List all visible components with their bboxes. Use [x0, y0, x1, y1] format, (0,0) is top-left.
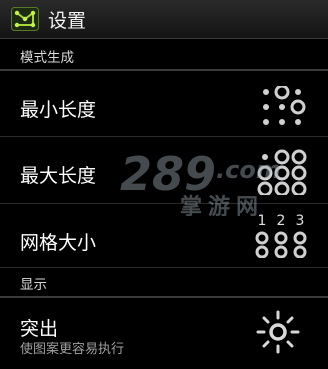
pattern-lock-icon[interactable]: [10, 6, 40, 32]
pref-title: 最大长度: [20, 165, 97, 187]
pref-title: 突出: [20, 318, 59, 340]
highlight-sun-icon: [256, 310, 300, 354]
action-bar: 设置: [0, 0, 328, 39]
grid-number: 3: [296, 213, 305, 229]
pref-title: 网格大小: [20, 232, 97, 254]
page-title: 设置: [48, 9, 87, 32]
grid-size-icon: 1 2 3: [255, 213, 308, 262]
max-length-dots-icon: [257, 149, 307, 195]
grid-number: 1: [258, 213, 267, 229]
min-length-dots-icon: [263, 86, 306, 125]
pref-min-length[interactable]: 最小长度: [0, 73, 328, 137]
pref-max-length[interactable]: 最大长度: [0, 137, 328, 204]
pref-summary: 使图案更容易执行: [20, 342, 125, 357]
pref-title: 最小长度: [20, 99, 97, 121]
section-header-display: 显示: [0, 274, 328, 298]
section-header-pattern-generation: 模式生成: [0, 47, 328, 71]
grid-number: 2: [277, 213, 286, 229]
pref-highlight[interactable]: 突出 使图案更容易执行: [0, 300, 328, 369]
pref-grid-size[interactable]: 网格大小 1 2 3: [0, 204, 328, 268]
